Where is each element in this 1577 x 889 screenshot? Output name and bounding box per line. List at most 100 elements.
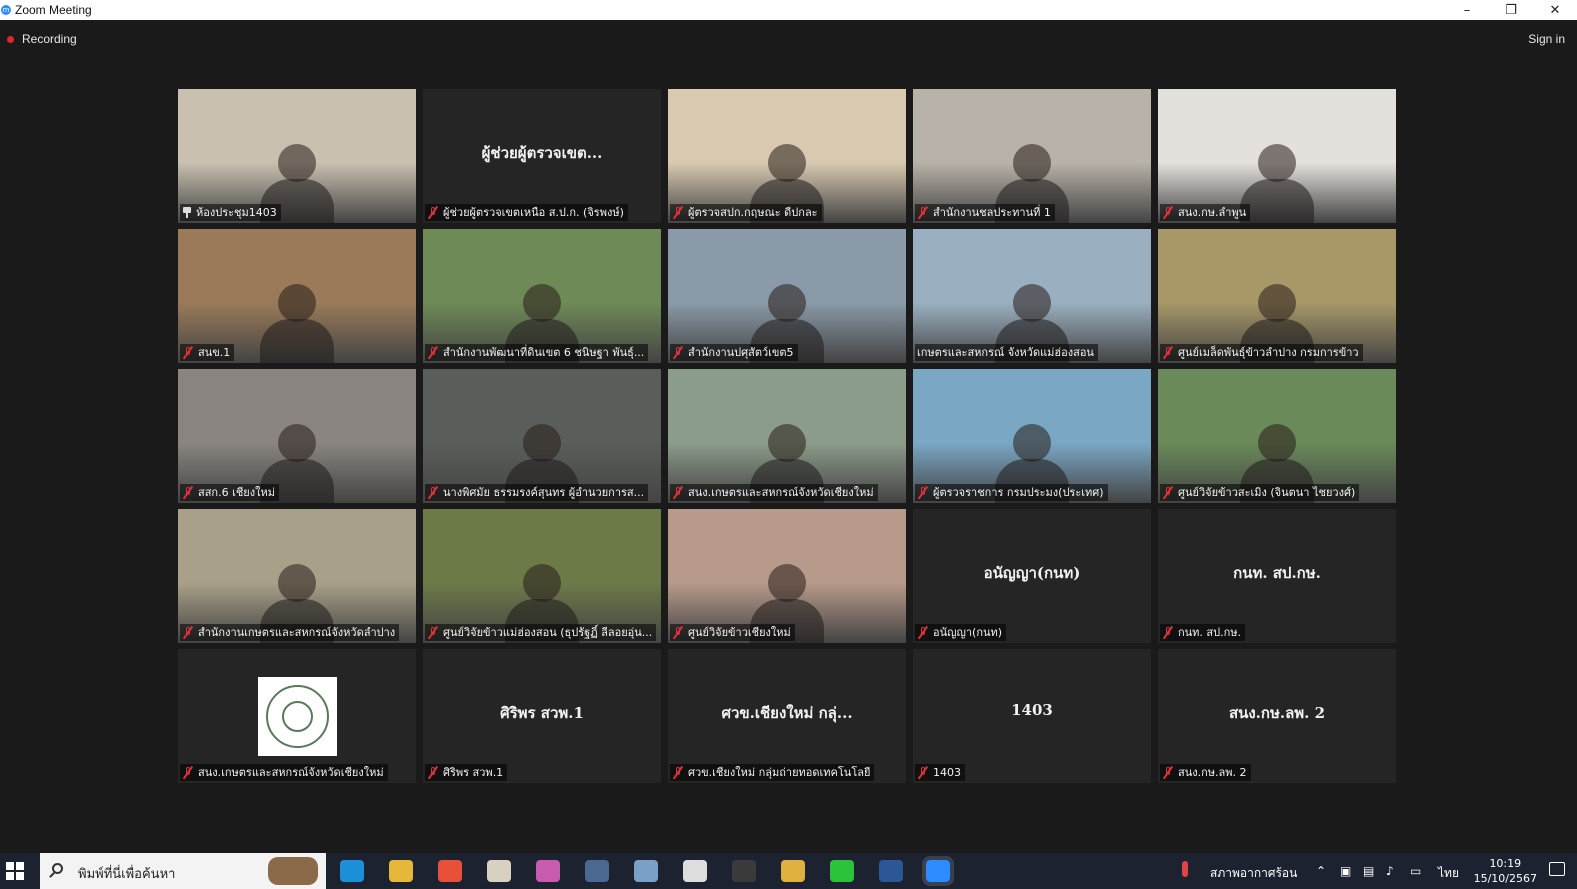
zoom-icon: m: [1, 5, 11, 15]
participant-tile[interactable]: สนข.1: [178, 229, 416, 363]
recording-indicator[interactable]: Recording: [7, 32, 77, 46]
participant-display-name: อนัญญา(กนท): [983, 564, 1081, 582]
calculator-icon[interactable]: [585, 860, 609, 882]
ministry-seal-icon: [258, 677, 337, 756]
word-icon[interactable]: [879, 860, 903, 882]
clock-date: 15/10/2567: [1473, 872, 1537, 885]
participant-name-label: ศูนย์วิจัยข้าวแม่ฮ่องสอน (ธุปรัฐฏิ์ ลีลอ…: [425, 624, 657, 641]
participant-tile[interactable]: สสก.6 เชียงใหม่: [178, 369, 416, 503]
participant-silhouette: [278, 284, 316, 322]
drop-icon[interactable]: [438, 860, 462, 882]
restore-button[interactable]: ❐: [1489, 0, 1533, 20]
participant-name: สนข.1: [198, 346, 231, 359]
participant-name: กนท. สป.กษ.: [1178, 626, 1242, 639]
participant-silhouette: [1013, 424, 1051, 462]
participant-tile[interactable]: 1403 1403: [913, 649, 1151, 783]
taskbar-clock[interactable]: 10:19 15/10/2567: [1474, 856, 1537, 886]
thermometer-icon[interactable]: [1182, 861, 1188, 880]
participant-display-name: กนท. สป.กษ.: [1233, 564, 1321, 582]
participant-tile[interactable]: สำนักงานเกษตรและสหกรณ์จังหวัดลำปาง: [178, 509, 416, 643]
participant-tile[interactable]: สนง.กษ.ลพ. 2 สนง.กษ.ลพ. 2: [1158, 649, 1396, 783]
participant-video: [913, 369, 1151, 503]
participant-silhouette: [278, 564, 316, 602]
participant-name: เกษตรและสหกรณ์ จังหวัดแม่ฮ่องสอน: [917, 346, 1094, 359]
participant-name-label: ผู้ตรวจสปก.กฤษณะ ดีปกละ: [670, 204, 822, 221]
muted-microphone-icon: [672, 206, 684, 219]
participant-name-label: สนข.1: [180, 344, 235, 361]
meeting-top-bar: Recording Sign in: [0, 20, 1577, 61]
participant-silhouette: [1013, 144, 1051, 182]
weather-label[interactable]: สภาพอากาศร้อน: [1210, 864, 1297, 883]
participant-tile[interactable]: ศูนย์วิจัยข้าวสะเมิง (จินตนา ไชยวงศ์): [1158, 369, 1396, 503]
participant-tile[interactable]: ศูนย์วิจัยข้าวแม่ฮ่องสอน (ธุปรัฐฏิ์ ลีลอ…: [423, 509, 661, 643]
close-button[interactable]: ✕: [1533, 0, 1577, 20]
participant-tile[interactable]: ศวข.เชียงใหม่ กลุ่... ศวข.เชียงใหม่ กลุ่ม…: [668, 649, 906, 783]
language-indicator[interactable]: ไทย: [1438, 864, 1459, 883]
participant-video: [668, 509, 906, 643]
participant-tile[interactable]: ศิริพร สวพ.1 ศิริพร สวพ.1: [423, 649, 661, 783]
participant-tile[interactable]: กนท. สป.กษ. กนท. สป.กษ.: [1158, 509, 1396, 643]
windows-start-button[interactable]: [6, 862, 24, 880]
network-icon[interactable]: ▤: [1363, 864, 1374, 878]
clock-time: 10:19: [1489, 857, 1522, 870]
participant-video: [913, 89, 1151, 223]
glasses-icon[interactable]: [732, 860, 756, 882]
participant-tile[interactable]: สำนักงานปศุสัตว์เขต5: [668, 229, 906, 363]
line-icon[interactable]: [830, 860, 854, 882]
participant-name: ผู้ตรวจสปก.กฤษณะ ดีปกละ: [688, 206, 818, 219]
search-icon: [52, 863, 63, 874]
participant-name-label: ผู้ช่วยผู้ตรวจเขตเหนือ ส.ป.ก. (จิรพงษ์): [425, 204, 628, 221]
meet-now-icon[interactable]: ▣: [1340, 864, 1351, 878]
participant-name: สนง.กษ.ลพ. 2: [1178, 766, 1247, 779]
participant-tile[interactable]: เกษตรและสหกรณ์ จังหวัดแม่ฮ่องสอน: [913, 229, 1151, 363]
participant-name-label: สำนักงานชลประทานที่ 1: [915, 204, 1055, 221]
participant-display-name: ศิริพร สวพ.1: [500, 704, 584, 722]
participant-video: [423, 509, 661, 643]
camera-icon[interactable]: [683, 860, 707, 882]
muted-microphone-icon: [182, 766, 194, 779]
files-icon[interactable]: [487, 860, 511, 882]
participant-name: นางพิศมัย ธรรมรงค์สุนทร ผู้อำนวยการส...: [443, 486, 645, 499]
participant-tile[interactable]: ผู้ตรวจสปก.กฤษณะ ดีปกละ: [668, 89, 906, 223]
participant-tile[interactable]: นางพิศมัย ธรรมรงค์สุนทร ผู้อำนวยการส...: [423, 369, 661, 503]
edge-icon[interactable]: [340, 860, 364, 882]
muted-microphone-icon: [427, 486, 439, 499]
participant-name: ผู้ช่วยผู้ตรวจเขตเหนือ ส.ป.ก. (จิรพงษ์): [443, 206, 624, 219]
participant-body: [260, 319, 334, 363]
muted-microphone-icon: [672, 346, 684, 359]
chrome-icon[interactable]: [389, 860, 413, 882]
participant-silhouette: [1013, 284, 1051, 322]
participant-name-label: ห้องประชุม1403: [180, 204, 281, 221]
participant-silhouette: [768, 284, 806, 322]
participant-tile[interactable]: สนง.เกษตรและสหกรณ์จังหวัดเชียงใหม่: [668, 369, 906, 503]
participant-tile[interactable]: สำนักงานชลประทานที่ 1: [913, 89, 1151, 223]
participant-tile[interactable]: อนัญญา(กนท) อนัญญา(กนท): [913, 509, 1151, 643]
paint-icon[interactable]: [536, 860, 560, 882]
muted-microphone-icon: [672, 626, 684, 639]
taskbar-search-box[interactable]: พิมพ์ที่นี่เพื่อค้นหา: [40, 853, 326, 889]
chevron-up-icon[interactable]: ⌃: [1316, 864, 1326, 878]
participant-tile[interactable]: ผู้ตรวจราชการ กรมประมง(ประเทศ): [913, 369, 1151, 503]
notification-icon[interactable]: [1549, 862, 1565, 876]
participant-silhouette: [1258, 144, 1296, 182]
search-placeholder: พิมพ์ที่นี่เพื่อค้นหา: [78, 867, 176, 882]
volume-icon[interactable]: ♪: [1386, 864, 1394, 878]
participant-name-label: กนท. สป.กษ.: [1160, 624, 1246, 641]
participant-name-label: ศูนย์วิจัยข้าวเชียงใหม่: [670, 624, 795, 641]
participant-tile[interactable]: ห้องประชุม1403: [178, 89, 416, 223]
participant-tile[interactable]: ศูนย์วิจัยข้าวเชียงใหม่: [668, 509, 906, 643]
participant-tile[interactable]: สำนักงานพัฒนาที่ดินเขต 6 ชนิษฐา พันธุ์..…: [423, 229, 661, 363]
notepad-icon[interactable]: [634, 860, 658, 882]
participant-name: ศูนย์วิจัยข้าวแม่ฮ่องสอน (ธุปรัฐฏิ์ ลีลอ…: [443, 626, 653, 639]
minimize-button[interactable]: –: [1445, 0, 1489, 20]
participant-tile[interactable]: สนง.เกษตรและสหกรณ์จังหวัดเชียงใหม่: [178, 649, 416, 783]
zoom-icon[interactable]: [922, 856, 954, 886]
participant-tile[interactable]: สนง.กษ.ลำพูน: [1158, 89, 1396, 223]
folder-icon[interactable]: [781, 860, 805, 882]
participant-tile[interactable]: ศูนย์เมล็ดพันธุ์ข้าวลำปาง กรมการข้าว: [1158, 229, 1396, 363]
sign-in-link[interactable]: Sign in: [1528, 32, 1565, 46]
participant-video: [178, 229, 416, 363]
participant-video: [668, 369, 906, 503]
display-icon[interactable]: ▭: [1410, 864, 1421, 878]
participant-tile[interactable]: ผู้ช่วยผู้ตรวจเขต... ผู้ช่วยผู้ตรวจเขตเหน…: [423, 89, 661, 223]
